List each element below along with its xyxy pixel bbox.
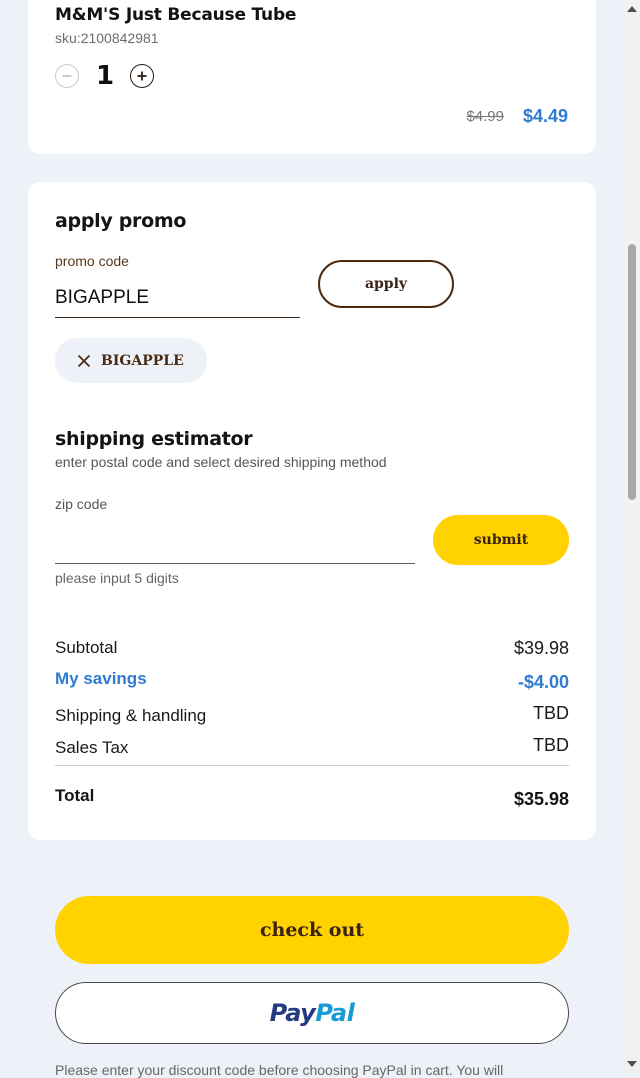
paypal-logo-pay: Pay	[269, 999, 316, 1027]
submit-zip-button[interactable]: submit	[433, 515, 569, 565]
applied-promo-code: BIGAPPLE	[101, 352, 184, 369]
sale-price: $4.49	[522, 106, 568, 126]
scroll-up-arrow-icon[interactable]	[627, 6, 637, 12]
promo-and-summary-card: apply promo promo code apply BIGAPPLE sh…	[28, 182, 596, 840]
zip-code-input[interactable]	[55, 527, 415, 564]
shipping-handling-label: Shipping & handling	[55, 706, 207, 725]
decrease-quantity-button[interactable]	[55, 64, 79, 88]
sku-value: 2100842981	[80, 30, 159, 46]
shipping-section-title: shipping estimator	[55, 428, 253, 450]
summary-divider	[55, 765, 569, 766]
scrollbar-thumb[interactable]	[628, 244, 636, 500]
applied-promo-chip[interactable]: BIGAPPLE	[55, 338, 207, 383]
shipping-handling-value: TBD	[533, 703, 569, 723]
page-scrollbar[interactable]	[624, 0, 640, 1073]
paypal-discount-note: Please enter your discount code before c…	[55, 1062, 504, 1078]
zip-code-label: zip code	[55, 496, 108, 512]
zip-code-hint: please input 5 digits	[55, 570, 179, 586]
increase-quantity-button[interactable]	[130, 64, 154, 88]
sales-tax-label: Sales Tax	[55, 738, 129, 757]
paypal-logo: PayPal	[270, 999, 355, 1027]
subtotal-label: Subtotal	[55, 638, 118, 657]
plus-icon	[137, 71, 147, 81]
apply-promo-button[interactable]: apply	[318, 260, 454, 308]
sales-tax-value: TBD	[533, 735, 569, 755]
shipping-subtitle: enter postal code and select desired shi…	[55, 454, 387, 470]
total-label: Total	[55, 786, 95, 805]
product-sku: sku:2100842981	[55, 30, 159, 46]
subtotal-value: $39.98	[513, 638, 569, 658]
checkout-button[interactable]: check out	[55, 896, 569, 964]
sku-label: sku:	[55, 30, 81, 46]
quantity-value: 1	[96, 61, 115, 91]
total-value: $35.98	[513, 789, 569, 809]
promo-code-label: promo code	[55, 253, 129, 269]
product-title[interactable]: M&M'S Just Because Tube	[55, 5, 296, 25]
cart-item-card: M&M'S Just Because Tube sku:2100842981 1…	[28, 0, 596, 154]
scroll-down-arrow-icon[interactable]	[627, 1061, 637, 1067]
paypal-logo-pal: Pal	[315, 999, 355, 1027]
promo-code-input[interactable]	[55, 278, 300, 318]
minus-icon	[62, 75, 72, 77]
promo-section-title: apply promo	[55, 210, 187, 232]
paypal-button[interactable]: PayPal	[55, 982, 569, 1044]
close-icon[interactable]	[77, 354, 91, 368]
savings-label: My savings	[55, 669, 147, 688]
original-price: $4.99	[466, 108, 504, 125]
savings-value: -$4.00	[517, 672, 569, 692]
